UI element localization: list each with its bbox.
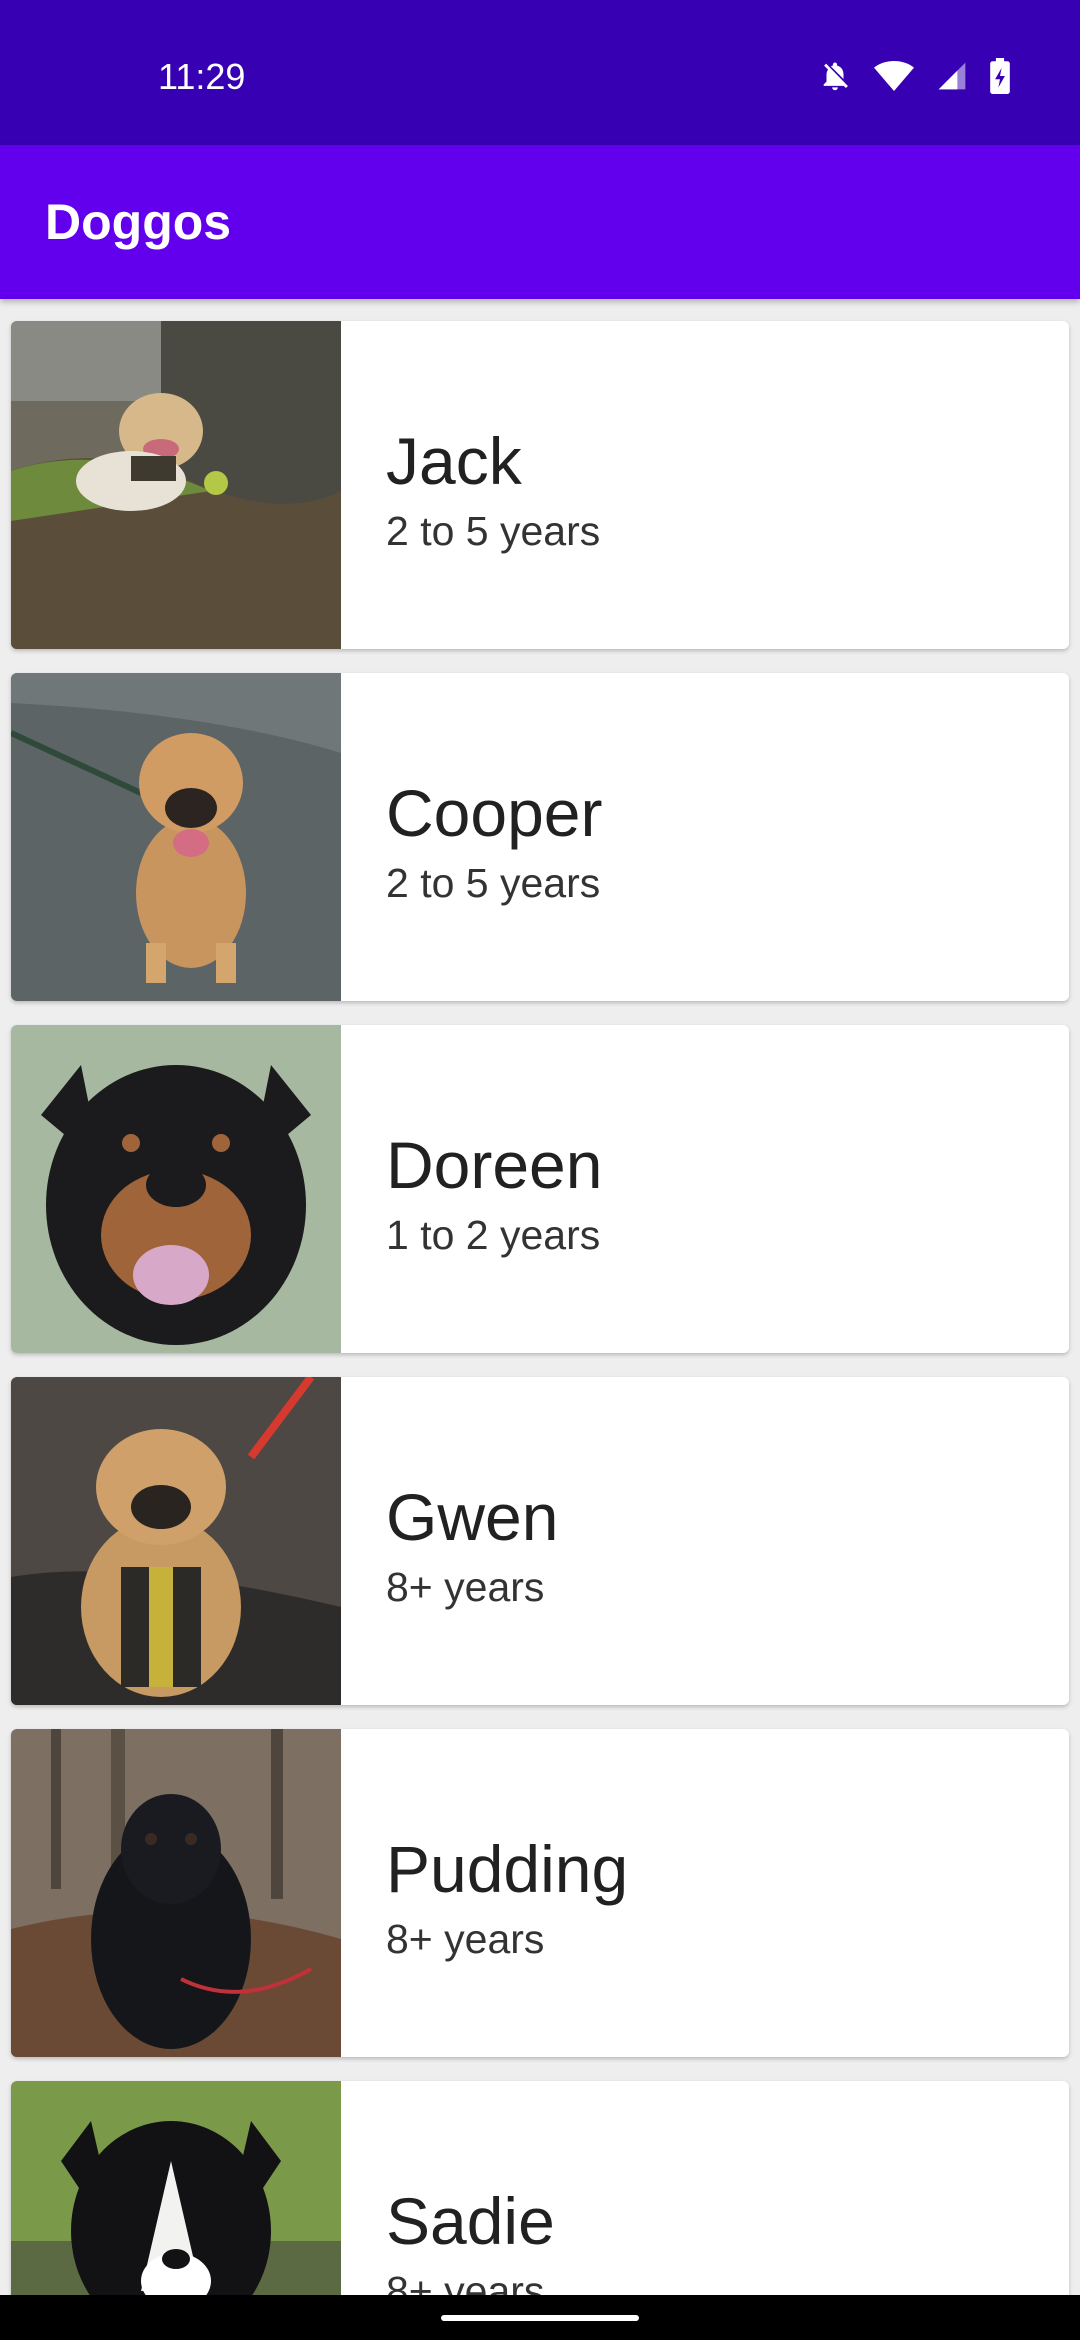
dog-photo: [11, 1377, 341, 1705]
dog-age: 2 to 5 years: [386, 860, 601, 906]
dog-name: Sadie: [386, 2184, 555, 2258]
dog-card-cooper[interactable]: Cooper 2 to 5 years: [11, 673, 1069, 1001]
dog-card-doreen[interactable]: Doreen 1 to 2 years: [11, 1025, 1069, 1353]
dog-age: 8+ years: [386, 2268, 545, 2295]
dog-age: 8+ years: [386, 1564, 545, 1610]
dog-age: 2 to 5 years: [386, 508, 601, 554]
status-icons: [818, 58, 1010, 94]
status-time: 11:29: [158, 56, 246, 97]
dog-photo: [11, 2081, 341, 2295]
dog-photo: [11, 321, 341, 649]
dog-age: 1 to 2 years: [386, 1212, 601, 1258]
wifi-icon: [874, 59, 914, 93]
dog-name: Cooper: [386, 776, 603, 850]
dog-name: Jack: [386, 424, 522, 498]
navigation-bar: [0, 2295, 1080, 2340]
app-bar: Doggos: [0, 145, 1080, 299]
dog-photo: [11, 1025, 341, 1353]
dog-photo: [11, 673, 341, 1001]
dog-photo: [11, 1729, 341, 2057]
dog-name: Gwen: [386, 1480, 559, 1554]
dog-age: 8+ years: [386, 1916, 545, 1962]
dog-name: Doreen: [386, 1128, 603, 1202]
status-bar: 11:29: [0, 0, 1080, 145]
battery-charging-icon: [990, 58, 1010, 94]
dog-name: Pudding: [386, 1832, 629, 1906]
home-indicator[interactable]: [441, 2315, 639, 2321]
dog-card-sadie[interactable]: Sadie 8+ years: [11, 2081, 1069, 2295]
dog-card-jack[interactable]: Jack 2 to 5 years: [11, 321, 1069, 649]
dog-card-gwen[interactable]: Gwen 8+ years: [11, 1377, 1069, 1705]
app-title: Doggos: [45, 194, 232, 250]
dog-card-pudding[interactable]: Pudding 8+ years: [11, 1729, 1069, 2057]
dog-list[interactable]: Jack 2 to 5 years Cooper 2 to 5 years Do…: [0, 299, 1080, 2295]
bell-off-icon: [818, 59, 852, 93]
cell-signal-icon: [936, 60, 968, 92]
